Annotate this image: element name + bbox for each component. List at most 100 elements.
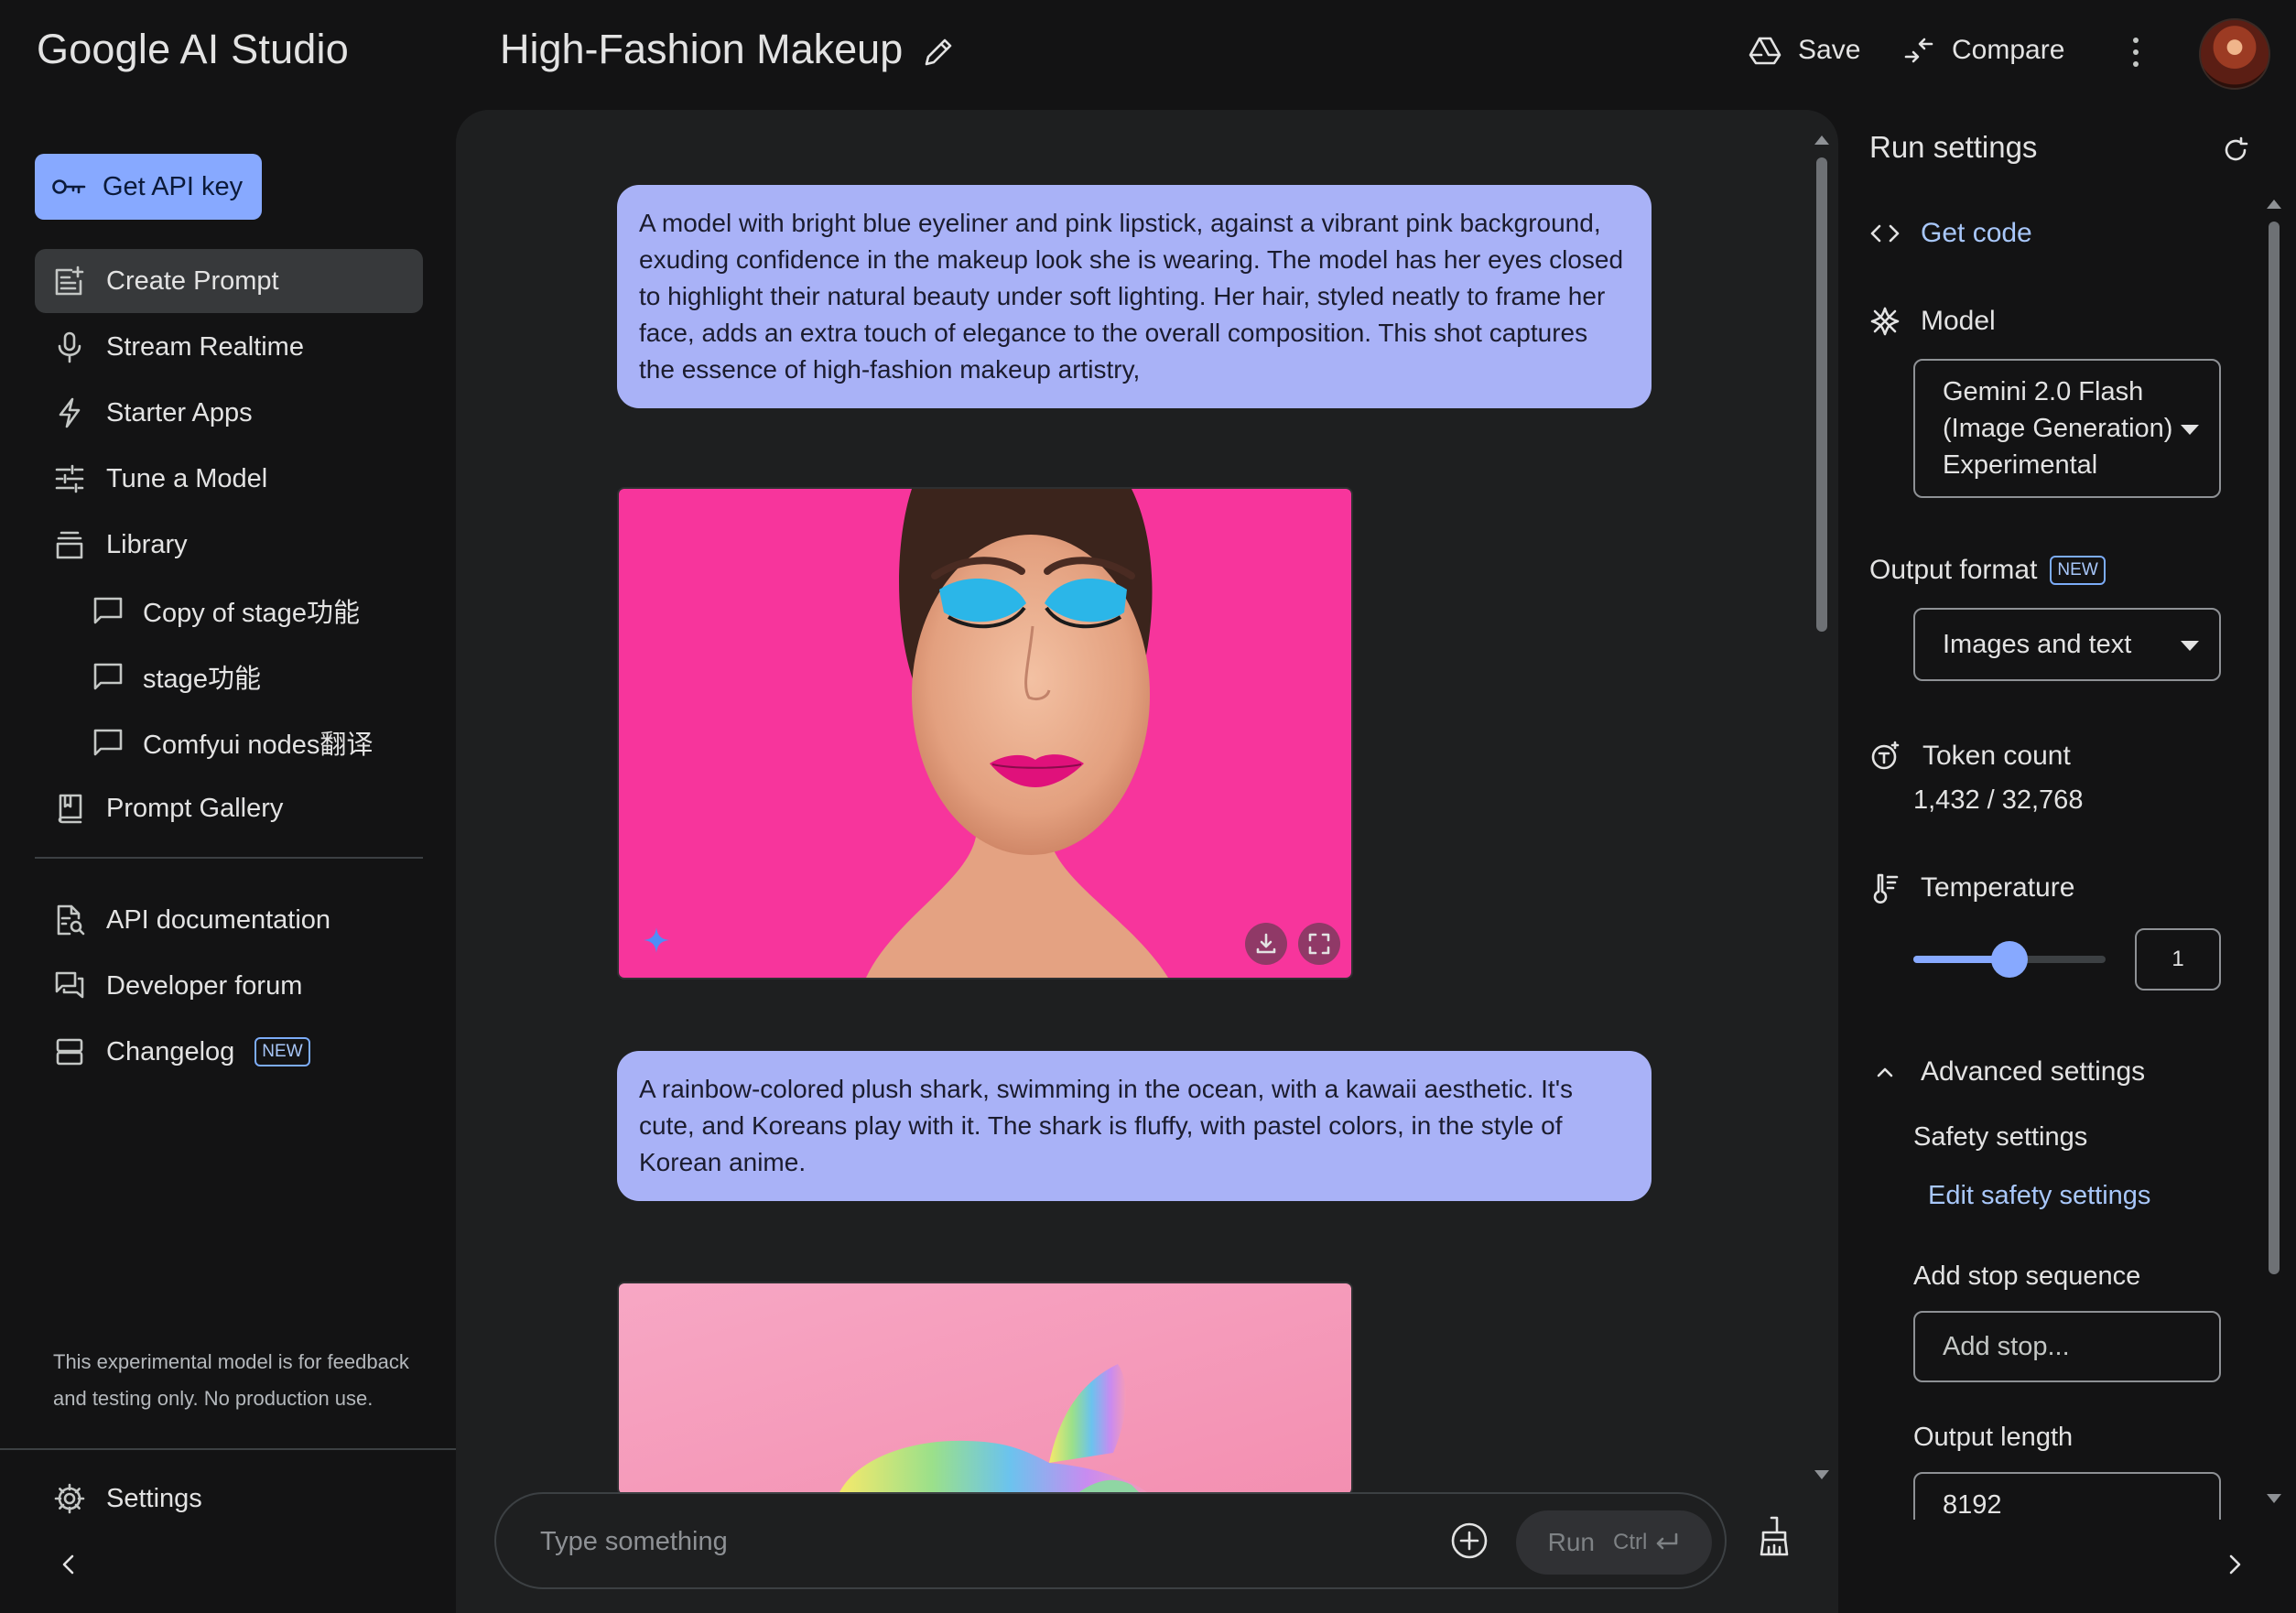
sidebar-item-label: Starter Apps <box>106 397 253 428</box>
clear-chat-button[interactable] <box>1756 1514 1792 1558</box>
sidebar-link-changelog[interactable]: Changelog NEW <box>35 1020 423 1084</box>
chat-icon <box>93 597 123 624</box>
mic-icon <box>58 331 81 363</box>
chevron-left-icon <box>62 1554 74 1575</box>
dropdown-caret-icon <box>2181 425 2199 435</box>
sidebar-item-label: Library <box>106 529 188 559</box>
save-label: Save <box>1798 35 1861 65</box>
output-format-select[interactable]: Images and text <box>1913 608 2221 681</box>
sidebar-link-developer-forum[interactable]: Developer forum <box>35 954 423 1018</box>
output-length-input[interactable]: 8192 <box>1913 1472 2221 1520</box>
sidebar-link-api-documentation[interactable]: API documentation <box>35 888 423 952</box>
sidebar-bottom-divider <box>0 1448 456 1450</box>
settings-scroll-down-arrow[interactable] <box>2265 1492 2283 1507</box>
download-image-button[interactable] <box>1245 923 1287 965</box>
compare-button[interactable]: Compare <box>1902 27 2064 73</box>
generated-image-card[interactable] <box>617 1282 1353 1496</box>
model-select-value-line: (Image Generation) <box>1943 414 2173 443</box>
download-icon <box>1256 933 1276 954</box>
collapse-sidebar-button[interactable] <box>57 1551 81 1578</box>
generated-image-card[interactable] <box>617 487 1353 980</box>
avatar[interactable] <box>2199 18 2270 90</box>
library-item[interactable]: stage功能 <box>92 644 261 709</box>
sidebar-item-create-prompt[interactable]: Create Prompt <box>35 249 423 313</box>
enter-key-icon <box>1657 1532 1678 1550</box>
model-icon <box>1870 307 1900 336</box>
app-window: Google AI Studio High-Fashion Makeup Sav… <box>0 0 2296 1613</box>
safety-settings-label: Safety settings <box>1913 1122 2088 1152</box>
edit-safety-settings-link[interactable]: Edit safety settings <box>1928 1181 2150 1211</box>
model-section-label: Model <box>1869 306 1996 337</box>
model-select[interactable]: Gemini 2.0 Flash (Image Generation) Expe… <box>1913 359 2221 498</box>
output-length-label: Output length <box>1913 1423 2074 1452</box>
sidebar-item-prompt-gallery[interactable]: Prompt Gallery <box>35 776 423 840</box>
scroll-down-arrow[interactable] <box>1813 1468 1831 1483</box>
sidebar-item-starter-apps[interactable]: Starter Apps <box>35 381 423 445</box>
settings-scrollbar-thumb[interactable] <box>2269 222 2280 1274</box>
get-api-key-label: Get API key <box>103 171 244 201</box>
chevron-up-icon <box>1877 1067 1893 1077</box>
prompt-input[interactable] <box>538 1520 1457 1564</box>
token-count-section: Token count <box>1869 740 2071 773</box>
library-item-label: Comfyui nodes翻译 <box>143 731 374 760</box>
more-icon <box>2133 38 2139 43</box>
sidebar-item-label: Stream Realtime <box>106 331 304 362</box>
get-code-button[interactable]: Get code <box>1869 218 2032 249</box>
api-doc-icon <box>57 904 85 936</box>
model-select-value-line: Experimental <box>1943 450 2098 480</box>
run-button[interactable]: Run Ctrl <box>1516 1510 1712 1575</box>
temperature-label: Temperature <box>1921 872 2075 903</box>
changelog-icon <box>56 1038 83 1066</box>
disclaimer-text: This experimental model is for feedback … <box>53 1350 409 1410</box>
key-icon <box>52 179 86 194</box>
sidebar-item-library[interactable]: Library <box>35 513 423 577</box>
advanced-settings-toggle[interactable]: Advanced settings <box>1869 1056 2145 1088</box>
forum-icon <box>55 971 84 999</box>
edit-title-button[interactable] <box>919 33 958 71</box>
user-message: A model with bright blue eyeliner and pi… <box>617 185 1652 408</box>
settings-label: Settings <box>106 1483 202 1513</box>
output-format-section: Output format NEW <box>1869 555 2106 586</box>
stop-sequence-input[interactable]: Add stop... <box>1913 1311 2221 1382</box>
collapse-settings-button[interactable] <box>2223 1551 2247 1578</box>
library-item-label: Copy of stage功能 <box>143 599 360 628</box>
settings-scroll-up-arrow[interactable] <box>2265 196 2283 211</box>
sidebar-item-stream-realtime[interactable]: Stream Realtime <box>35 315 423 379</box>
refresh-icon <box>2225 136 2248 161</box>
run-label: Run <box>1547 1528 1596 1556</box>
gemini-sparkle-icon <box>644 927 669 953</box>
temperature-slider-thumb[interactable] <box>1991 941 2028 978</box>
settings-button[interactable]: Settings <box>35 1467 423 1531</box>
generated-image <box>619 1283 1351 1494</box>
library-item[interactable]: Copy of stage功能 <box>92 579 360 643</box>
sidebar-divider <box>35 857 423 859</box>
dropdown-caret-icon <box>2181 641 2199 651</box>
chat-scrollbar-thumb[interactable] <box>1816 157 1827 632</box>
sidebar-link-label: Changelog <box>106 1036 235 1066</box>
token-count-value: 1,432 / 32,768 <box>1913 785 2084 815</box>
user-message: A rainbow-colored plush shark, swimming … <box>617 1051 1652 1201</box>
add-media-button[interactable] <box>1450 1521 1489 1560</box>
sidebar-item-tune-model[interactable]: Tune a Model <box>35 447 423 511</box>
model-label: Model <box>1921 306 1996 336</box>
stop-sequence-label: Add stop sequence <box>1913 1261 2141 1291</box>
sidebar-link-label: Developer forum <box>106 970 303 1001</box>
save-button[interactable]: Save <box>1749 27 1860 73</box>
token-count-label: Token count <box>1922 741 2071 771</box>
app-title[interactable]: Google AI Studio <box>37 26 349 73</box>
chevron-right-icon <box>2229 1554 2241 1575</box>
get-api-key-button[interactable]: Get API key <box>35 154 262 220</box>
image-toolbar <box>1245 923 1340 965</box>
prompt-title[interactable]: High-Fashion Makeup <box>500 26 903 73</box>
sidebar-link-label: API documentation <box>106 904 331 935</box>
code-icon <box>1870 224 1900 243</box>
reset-settings-button[interactable] <box>2221 135 2250 165</box>
chat-icon <box>93 729 123 756</box>
add-circle-icon <box>1451 1522 1488 1559</box>
temperature-input[interactable]: 1 <box>2135 928 2221 991</box>
output-length-clip: 8192 <box>1913 1472 2221 1520</box>
fullscreen-image-button[interactable] <box>1298 923 1340 965</box>
scroll-up-arrow[interactable] <box>1813 132 1831 146</box>
more-options-button[interactable] <box>2120 31 2151 73</box>
library-item[interactable]: Comfyui nodes翻译 <box>92 710 373 774</box>
